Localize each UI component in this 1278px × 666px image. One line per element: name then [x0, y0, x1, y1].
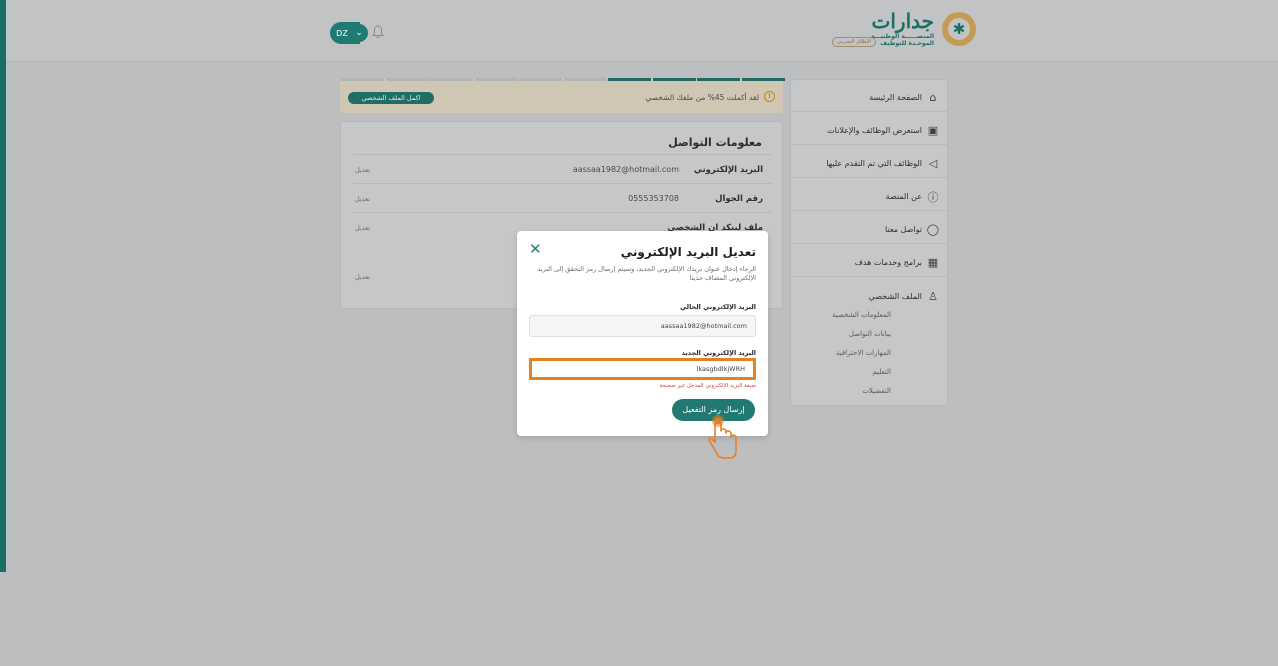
sidebar-subitem-education[interactable]: التعليم: [791, 368, 891, 376]
close-icon[interactable]: ✕: [529, 240, 542, 258]
logo-subtitle-1: المنصــــــة الوطنيـــة: [870, 33, 934, 40]
progress-segment: [741, 78, 785, 81]
progress-segment: [697, 78, 740, 81]
sidebar: ⌂ الصفحة الرئيسة ▣ استعرض الوظائف والإعل…: [790, 79, 948, 406]
modal-title: تعديل البريد الإلكتروني: [620, 245, 756, 259]
edit-email-link[interactable]: تعديل: [355, 166, 370, 174]
new-email-label: البريد الإلكتروني الجديد: [681, 349, 756, 357]
progress-segment: [652, 78, 696, 81]
chevron-down-icon[interactable]: ⌄: [350, 24, 368, 42]
email-error-message: صيغة البريد الإلكتروني المدخل غير صحيحة: [659, 383, 756, 389]
modal-description: الرجاء إدخال عنوان بريدك الإلكتروني الجد…: [537, 265, 756, 282]
logo-name: جدارات: [871, 9, 934, 33]
sidebar-item-browse-jobs[interactable]: ▣ استعرض الوظائف والإعلانات: [791, 117, 947, 145]
chat-icon: ◯: [926, 223, 939, 236]
briefcase-icon: ▣: [927, 124, 939, 137]
left-accent-bar: [0, 0, 6, 572]
progress-segment: [563, 78, 607, 81]
edit-linkedin-link[interactable]: تعديل: [355, 224, 370, 232]
sidebar-item-about[interactable]: ⓘ عن المنصة: [791, 183, 947, 211]
home-icon: ⌂: [929, 91, 937, 104]
sidebar-item-contact[interactable]: ◯ تواصل معنا: [791, 216, 947, 244]
sidebar-subitem-personal-info[interactable]: المعلومات الشخصية: [791, 311, 891, 319]
sidebar-item-label: عن المنصة: [885, 192, 922, 201]
site-logo[interactable]: جدارات المنصــــــة الوطنيـــة الموحـدة …: [832, 9, 982, 49]
progress-segment: [474, 78, 518, 81]
progress-segment: [430, 78, 473, 81]
user-icon: ♙: [928, 289, 938, 303]
row-label: البريد الإلكتروني: [693, 165, 763, 175]
logo-subtitle-2: الموحـدة للتوظيف: [880, 40, 934, 47]
hand-pointer-icon: [704, 412, 740, 462]
sidebar-item-label: الوظائف التي تم التقدم عليها: [826, 159, 922, 168]
progress-segment: [519, 78, 562, 81]
sidebar-item-label: برامج وخدمات هدف: [854, 258, 922, 267]
complete-profile-button[interactable]: اكمل الملف الشخصي: [348, 92, 434, 104]
row-value: aassaa1982@hotmail.com: [572, 165, 679, 174]
info-icon: ⓘ: [927, 190, 939, 204]
sidebar-item-profile[interactable]: ♙ الملف الشخصي: [791, 282, 947, 310]
sidebar-subitem-preferences[interactable]: التفضيلات: [791, 387, 891, 395]
sidebar-item-applied-jobs[interactable]: ◁ الوظائف التي تم التقدم عليها: [791, 150, 947, 178]
current-email-field: aassaa1982@hotmail.com: [529, 315, 756, 337]
current-email-label: البريد الإلكتروني الحالي: [680, 303, 756, 311]
progress-segment: [608, 78, 651, 81]
sidebar-item-label: الصفحة الرئيسة: [869, 93, 922, 102]
edit-mobile-link[interactable]: تعديل: [355, 195, 370, 203]
left-accent-bar-lower: [0, 572, 6, 666]
sidebar-item-label: استعرض الوظائف والإعلانات: [827, 126, 922, 135]
warning-icon: !: [764, 91, 775, 102]
section-title: معلومات التواصل: [668, 136, 762, 149]
contact-row-mobile: رقم الجوال 0555353708 تعديل: [353, 183, 771, 211]
progress-text: لقد أكملت 45% من ملفك الشخصي: [645, 93, 759, 102]
sidebar-item-label: تواصل معنا: [885, 225, 922, 234]
logo-emblem-icon: ✱: [942, 12, 976, 46]
sidebar-item-home[interactable]: ⌂ الصفحة الرئيسة: [791, 84, 947, 112]
top-header: DZ ⌄ جدارات المنصــــــة الوطنيـــة المو…: [6, 0, 1278, 62]
grid-icon: ▦: [927, 256, 939, 269]
progress-segment: [385, 78, 429, 81]
bell-icon[interactable]: [372, 25, 384, 39]
sidebar-item-programs[interactable]: ▦ برامج وخدمات هدف: [791, 249, 947, 277]
beta-badge: الإطلاق التجريبي: [832, 37, 877, 47]
row-label: رقم الجوال: [715, 194, 763, 204]
profile-progress-banner: ! لقد أكملت 45% من ملفك الشخصي اكمل المل…: [340, 78, 785, 113]
sidebar-subitem-skills[interactable]: المهارات الاحترافية: [791, 349, 891, 357]
send-icon: ◁: [928, 157, 938, 170]
row-value: 0555353708: [628, 194, 679, 203]
new-email-input[interactable]: lkasgbdlkjWRH: [529, 358, 756, 380]
edit-extra-link[interactable]: تعديل: [355, 273, 370, 281]
sidebar-subitem-contact-data[interactable]: بيانات التواصل: [791, 330, 891, 338]
contact-row-email: البريد الإلكتروني aassaa1982@hotmail.com…: [353, 154, 771, 182]
progress-segment: [341, 78, 384, 81]
sidebar-item-label: الملف الشخصي: [868, 291, 922, 301]
edit-email-modal: ✕ تعديل البريد الإلكتروني الرجاء إدخال ع…: [517, 231, 768, 436]
